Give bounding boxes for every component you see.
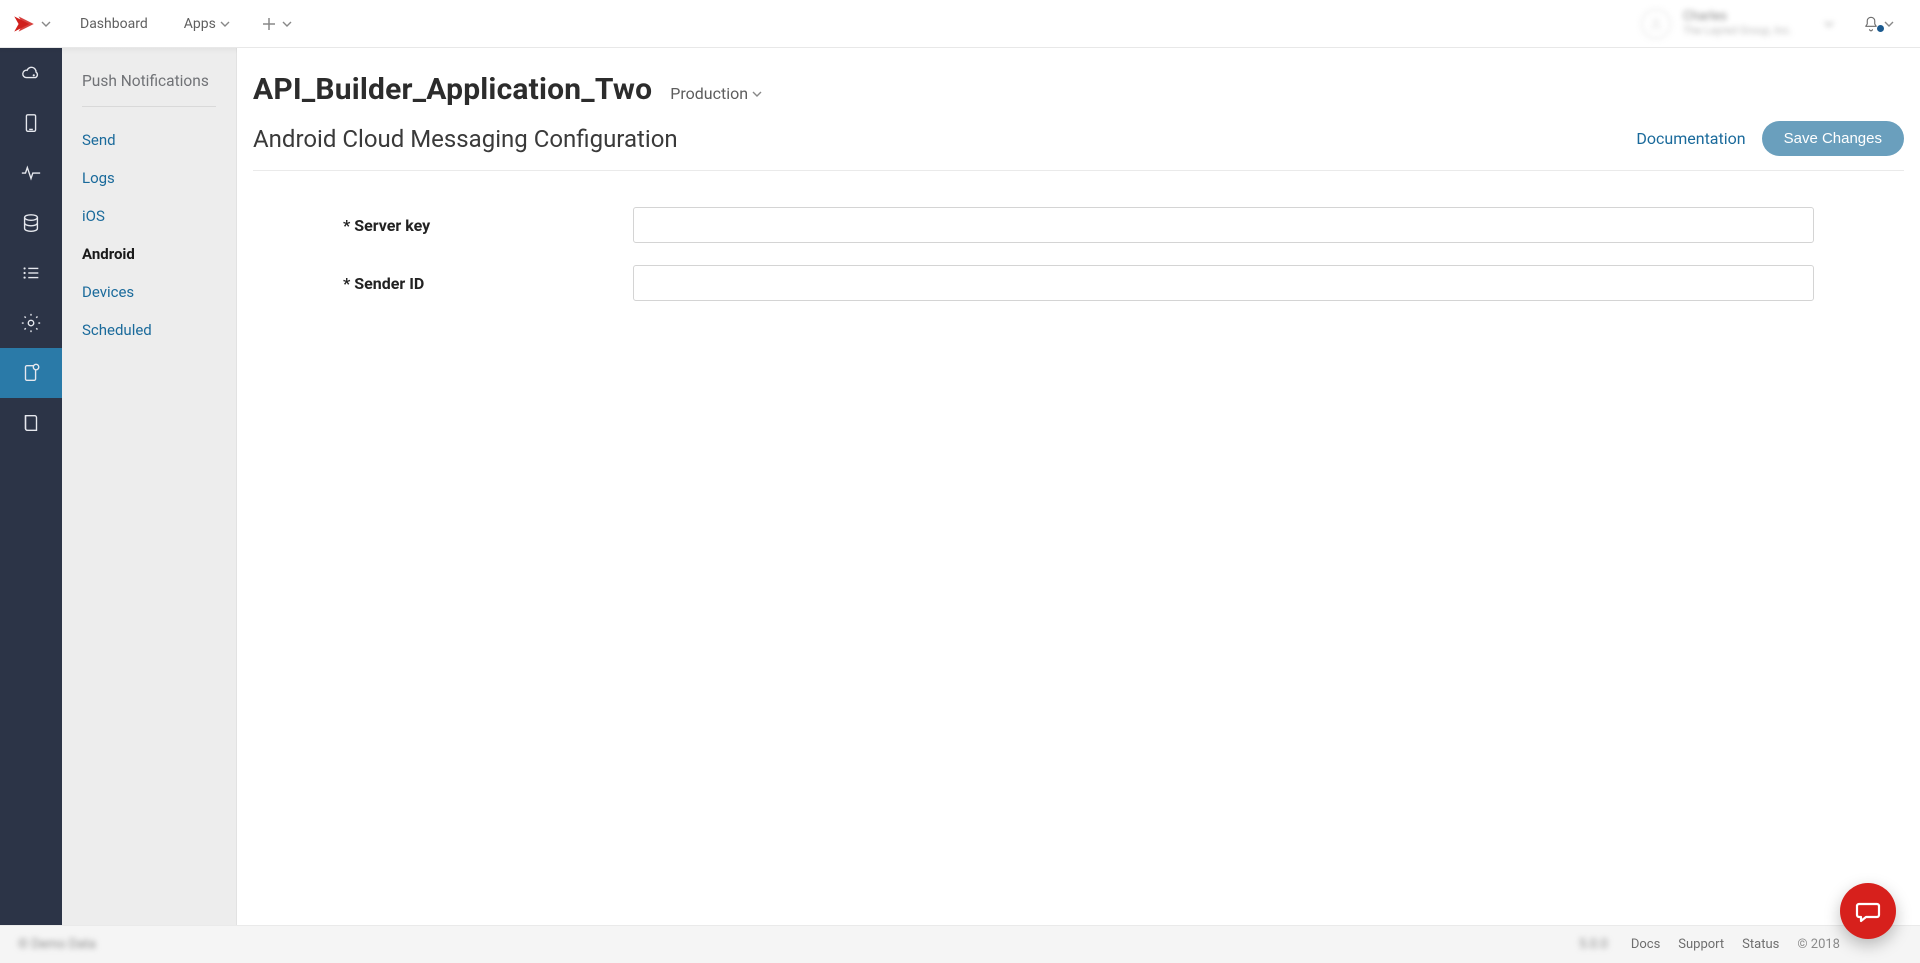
list-icon xyxy=(20,262,42,284)
footer-status-link[interactable]: Status xyxy=(1742,937,1779,952)
brand-logo[interactable] xyxy=(0,0,62,48)
sidebar-item-scheduled[interactable]: Scheduled xyxy=(62,311,236,349)
sender-id-input[interactable] xyxy=(633,265,1814,301)
footer-version: 5.0.0 xyxy=(1579,937,1608,952)
rail-item-mobile[interactable] xyxy=(0,98,62,148)
icon-rail xyxy=(0,48,62,963)
environment-selector[interactable]: Production xyxy=(670,84,762,103)
main-content: API_Builder_Application_Two Production A… xyxy=(237,48,1920,963)
environment-label: Production xyxy=(670,84,748,103)
book-icon xyxy=(20,412,42,434)
rail-item-analytics[interactable] xyxy=(0,148,62,198)
form-row-sender-id: *Sender ID xyxy=(343,265,1814,301)
mobile-icon xyxy=(20,112,42,134)
gear-icon xyxy=(20,312,42,334)
sidebar: Push Notifications Send Logs iOS Android… xyxy=(62,48,237,963)
nav-apps[interactable]: Apps xyxy=(166,0,248,48)
avatar xyxy=(1641,9,1671,39)
cloud-icon xyxy=(20,62,42,84)
user-text: Charles The Layred Group, Inc. xyxy=(1683,10,1792,36)
sidebar-item-send[interactable]: Send xyxy=(62,121,236,159)
footer-copyright: © 2018 xyxy=(1797,937,1840,952)
database-icon xyxy=(20,212,42,234)
person-icon xyxy=(1649,17,1663,31)
sender-id-label: *Sender ID xyxy=(343,274,633,293)
sidebar-item-android[interactable]: Android xyxy=(62,235,236,273)
server-key-input[interactable] xyxy=(633,207,1814,243)
server-key-label: *Server key xyxy=(343,216,633,235)
sender-id-label-text: Sender ID xyxy=(354,274,424,293)
pulse-icon xyxy=(20,162,42,184)
user-name: Charles xyxy=(1683,10,1792,24)
rail-item-database[interactable] xyxy=(0,198,62,248)
page-titlebar: API_Builder_Application_Two Production xyxy=(253,72,1904,107)
push-notification-icon xyxy=(20,362,42,384)
top-header: Dashboard Apps Charles The Layred Group,… xyxy=(0,0,1920,48)
server-key-label-text: Server key xyxy=(354,216,430,235)
chevron-down-icon xyxy=(752,89,762,99)
sidebar-divider xyxy=(82,106,216,107)
top-left-group: Dashboard Apps xyxy=(0,0,306,47)
chat-launcher-button[interactable] xyxy=(1840,883,1896,939)
chevron-down-icon xyxy=(282,19,292,29)
sidebar-title: Push Notifications xyxy=(62,72,236,106)
brand-arrow-icon xyxy=(11,11,37,37)
footer-docs-link[interactable]: Docs xyxy=(1631,937,1660,952)
subheader-row: Android Cloud Messaging Configuration Do… xyxy=(253,121,1904,171)
form-area: *Server key *Sender ID xyxy=(253,171,1904,323)
nav-add[interactable] xyxy=(248,0,306,48)
chevron-down-icon xyxy=(220,19,230,29)
plus-icon xyxy=(262,17,276,31)
footer-left: © Demo Data xyxy=(18,937,96,952)
chat-icon xyxy=(1854,897,1882,925)
save-changes-button[interactable]: Save Changes xyxy=(1762,121,1904,156)
rail-item-docs[interactable] xyxy=(0,398,62,448)
page-title: API_Builder_Application_Two xyxy=(253,72,652,107)
form-row-server-key: *Server key xyxy=(343,207,1814,243)
sidebar-item-logs[interactable]: Logs xyxy=(62,159,236,197)
notifications-button[interactable] xyxy=(1856,15,1900,33)
sidebar-item-ios[interactable]: iOS xyxy=(62,197,236,235)
brand-chevron-icon xyxy=(41,19,51,29)
sub-title: Android Cloud Messaging Configuration xyxy=(253,125,678,153)
sidebar-item-devices[interactable]: Devices xyxy=(62,273,236,311)
footer: © Demo Data 5.0.0 Docs Support Status © … xyxy=(0,925,1920,963)
rail-item-settings[interactable] xyxy=(0,298,62,348)
nav-dashboard[interactable]: Dashboard xyxy=(62,0,166,48)
rail-item-cloud[interactable] xyxy=(0,48,62,98)
body-shell: Push Notifications Send Logs iOS Android… xyxy=(0,48,1920,963)
nav-dashboard-label: Dashboard xyxy=(80,16,148,32)
notification-dot xyxy=(1877,25,1884,32)
rail-item-list[interactable] xyxy=(0,248,62,298)
documentation-link[interactable]: Documentation xyxy=(1636,129,1745,148)
nav-apps-label: Apps xyxy=(184,16,216,32)
user-org: The Layred Group, Inc. xyxy=(1683,25,1792,37)
rail-item-push[interactable] xyxy=(0,348,62,398)
chevron-down-icon xyxy=(1884,19,1894,29)
user-menu[interactable]: Charles The Layred Group, Inc. xyxy=(1629,9,1846,39)
subhead-actions: Documentation Save Changes xyxy=(1636,121,1904,156)
footer-support-link[interactable]: Support xyxy=(1678,937,1724,952)
chevron-down-icon xyxy=(1824,19,1834,29)
